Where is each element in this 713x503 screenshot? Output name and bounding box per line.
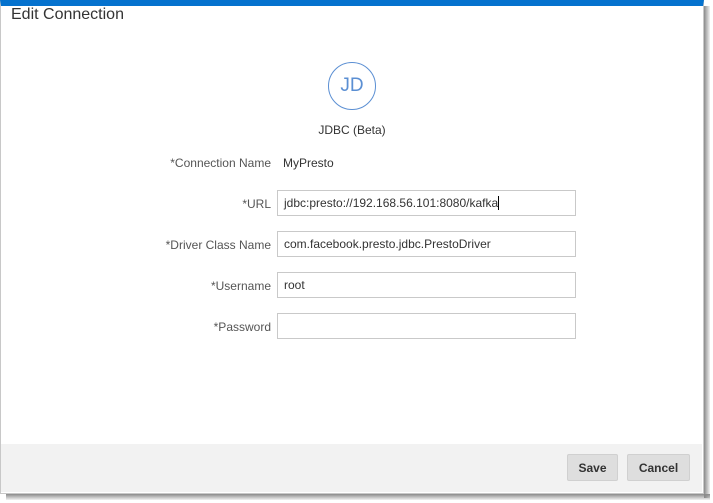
connection-name-value: MyPresto [283,156,334,170]
url-label: *URL [242,197,271,211]
text-caret [498,196,500,210]
dialog-title: Edit Connection [11,6,124,23]
save-button[interactable]: Save [567,454,618,481]
username-field[interactable] [277,272,576,298]
driver-class-label: *Driver Class Name [165,238,271,252]
url-field-value: jdbc:presto://192.168.56.101:8080/kafka [284,196,499,210]
avatar-initials: JD [340,75,364,96]
connection-name-label: *Connection Name [170,156,271,170]
connection-type-label: JDBC (Beta) [318,123,386,137]
connection-avatar: JD [328,62,376,110]
driver-class-field[interactable] [277,231,576,257]
password-label: *Password [213,320,271,334]
username-label: *Username [210,279,271,293]
dialog-shadow-bottom [6,494,710,500]
dialog-shadow-right [704,6,710,498]
password-field[interactable] [277,313,576,339]
url-field[interactable]: jdbc:presto://192.168.56.101:8080/kafka [277,190,576,216]
cancel-button[interactable]: Cancel [627,454,690,481]
